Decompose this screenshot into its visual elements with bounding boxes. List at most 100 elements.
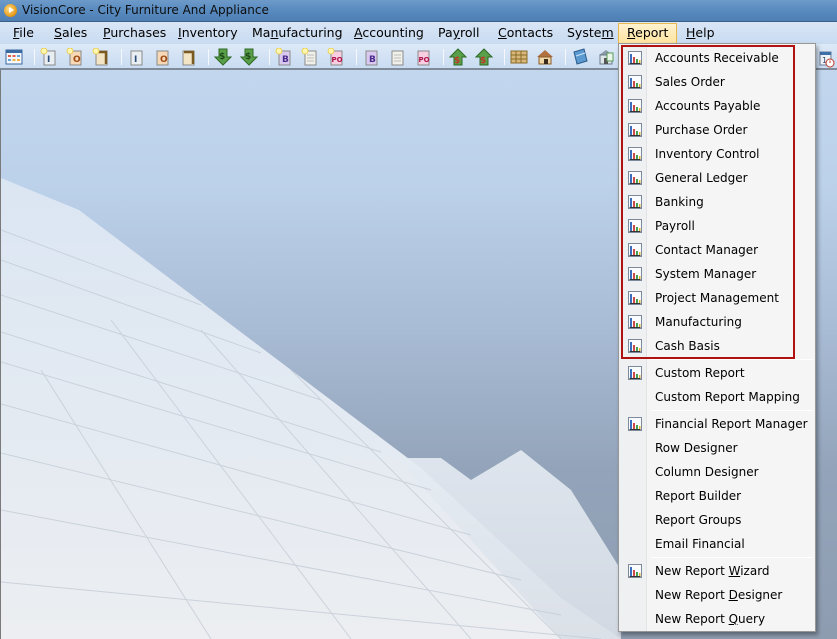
menu-item-label: Row Designer xyxy=(655,441,738,455)
menu-item-label: Contact Manager xyxy=(655,243,759,257)
report-menu-item-email-financial[interactable]: Email Financial xyxy=(621,532,813,556)
report-menu-item-column-designer[interactable]: Column Designer xyxy=(621,460,813,484)
new-document-icon[interactable] xyxy=(301,48,319,66)
menu-item-label: Banking xyxy=(655,195,704,209)
report-menu-item-accounts-receivable[interactable]: Accounts Receivable xyxy=(621,46,813,70)
receive-payment-2-icon[interactable]: $ xyxy=(240,48,258,66)
menu-manufacturing[interactable]: Manufacturing xyxy=(244,23,351,43)
svg-text:B: B xyxy=(369,55,376,65)
menu-payroll[interactable]: Payroll xyxy=(430,23,488,43)
report-menu-item-new-report-wizard[interactable]: New Report Wizard xyxy=(621,559,813,583)
report-menu-item-report-groups[interactable]: Report Groups xyxy=(621,508,813,532)
report-menu-item-purchase-order[interactable]: Purchase Order xyxy=(621,118,813,142)
menu-item-label: Financial Report Manager xyxy=(655,417,808,431)
calendar-grid-icon[interactable] xyxy=(5,48,23,66)
report-menu-item-accounts-payable[interactable]: Accounts Payable xyxy=(621,94,813,118)
menu-item-label: General Ledger xyxy=(655,171,748,185)
report-menu-item-new-report-query[interactable]: New Report Query xyxy=(621,607,813,631)
inventory-grid-icon[interactable] xyxy=(510,48,528,66)
new-pay-bill-icon[interactable]: $ xyxy=(449,48,467,66)
report-menu-item-banking[interactable]: Banking xyxy=(621,190,813,214)
menu-item-label: Cash Basis xyxy=(655,339,720,353)
new-purchase-order-icon[interactable]: PO xyxy=(327,48,345,66)
report-dropdown-menu: Accounts Receivable Sales Order Accounts P… xyxy=(618,43,816,632)
menu-label: System xyxy=(567,25,614,40)
report-chart-icon xyxy=(628,267,642,281)
bill-icon[interactable]: B xyxy=(362,48,380,66)
report-chart-icon xyxy=(628,99,642,113)
report-menu-item-system-manager[interactable]: System Manager xyxy=(621,262,813,286)
menu-label: Purchases xyxy=(103,25,167,40)
menu-label: Manufacturing xyxy=(252,25,343,40)
menu-label: File xyxy=(13,25,34,40)
menu-item-label: Purchase Order xyxy=(655,123,748,137)
toolbar-separator xyxy=(121,49,122,65)
svg-text:I: I xyxy=(134,55,137,65)
new-invoice-icon[interactable]: I xyxy=(40,48,58,66)
menu-item-label: Project Management xyxy=(655,291,779,305)
report-menu-item-row-designer[interactable]: Row Designer xyxy=(621,436,813,460)
report-menu-item-cash-basis[interactable]: Cash Basis xyxy=(621,334,813,358)
report-chart-icon xyxy=(628,291,642,305)
report-menu-item-manufacturing[interactable]: Manufacturing xyxy=(621,310,813,334)
toolbar-separator xyxy=(356,49,357,65)
menu-report[interactable]: Report xyxy=(618,23,678,43)
menu-help[interactable]: Help xyxy=(678,23,723,43)
bank-building-icon[interactable] xyxy=(597,48,615,66)
report-menu-item-custom-report-mapping[interactable]: Custom Report Mapping xyxy=(621,385,813,409)
menu-item-label: Email Financial xyxy=(655,537,745,551)
menu-item-label: Sales Order xyxy=(655,75,725,89)
menu-label: Help xyxy=(686,25,715,40)
menu-item-label: New Report Query xyxy=(655,612,766,626)
purchase-order-icon[interactable]: PO xyxy=(414,48,432,66)
window-title: VisionCore - City Furniture And Applianc… xyxy=(22,3,269,17)
pay-bill-icon[interactable]: $ xyxy=(475,48,493,66)
menu-inventory[interactable]: Inventory xyxy=(170,23,246,43)
report-chart-icon xyxy=(628,51,642,65)
report-menu-item-contact-manager[interactable]: Contact Manager xyxy=(621,238,813,262)
receive-payment-icon[interactable]: $ xyxy=(214,48,232,66)
report-chart-icon xyxy=(628,243,642,257)
report-menu-item-financial-report-manager[interactable]: Financial Report Manager xyxy=(621,412,813,436)
warehouse-icon[interactable] xyxy=(536,48,554,66)
document-icon[interactable] xyxy=(388,48,406,66)
quote-icon[interactable] xyxy=(179,48,197,66)
menu-file[interactable]: File xyxy=(5,23,42,43)
report-chart-icon xyxy=(628,366,642,380)
report-menu-item-report-builder[interactable]: Report Builder xyxy=(621,484,813,508)
menu-label: Report xyxy=(627,25,669,40)
menu-item-label: Column Designer xyxy=(655,465,759,479)
new-bill-icon[interactable]: B xyxy=(275,48,293,66)
svg-text:PO: PO xyxy=(419,56,430,64)
report-chart-icon xyxy=(628,75,642,89)
report-menu-item-project-management[interactable]: Project Management xyxy=(621,286,813,310)
menu-item-label: Payroll xyxy=(655,219,695,233)
report-menu-item-payroll[interactable]: Payroll xyxy=(621,214,813,238)
menu-system[interactable]: System xyxy=(559,23,622,43)
new-order-icon[interactable]: O xyxy=(66,48,84,66)
menu-item-label: New Report Designer xyxy=(655,588,783,602)
svg-text:O: O xyxy=(160,55,168,65)
svg-text:$: $ xyxy=(454,56,460,66)
report-menu-item-sales-order[interactable]: Sales Order xyxy=(621,70,813,94)
new-quote-icon[interactable] xyxy=(92,48,110,66)
order-icon[interactable]: O xyxy=(153,48,171,66)
menu-accounting[interactable]: Accounting xyxy=(346,23,432,43)
menu-purchases[interactable]: Purchases xyxy=(95,23,174,43)
menu-contacts[interactable]: Contacts xyxy=(490,23,561,43)
svg-text:I: I xyxy=(47,55,50,65)
menu-item-label: Report Builder xyxy=(655,489,742,503)
report-menu-item-custom-report[interactable]: Custom Report xyxy=(621,361,813,385)
invoice-icon[interactable]: I xyxy=(127,48,145,66)
menu-sales[interactable]: Sales xyxy=(46,23,95,43)
report-chart-icon xyxy=(628,123,642,137)
menu-item-label: Custom Report xyxy=(655,366,745,380)
banking-card-icon[interactable] xyxy=(571,48,589,66)
report-menu-item-new-report-designer[interactable]: New Report Designer xyxy=(621,583,813,607)
report-menu-item-general-ledger[interactable]: General Ledger xyxy=(621,166,813,190)
report-menu-item-inventory-control[interactable]: Inventory Control xyxy=(621,142,813,166)
menu-label: Payroll xyxy=(438,25,480,40)
report-chart-icon xyxy=(628,339,642,353)
toolbar-separator xyxy=(269,49,270,65)
calendar-clock-icon[interactable]: 1 xyxy=(819,50,835,68)
